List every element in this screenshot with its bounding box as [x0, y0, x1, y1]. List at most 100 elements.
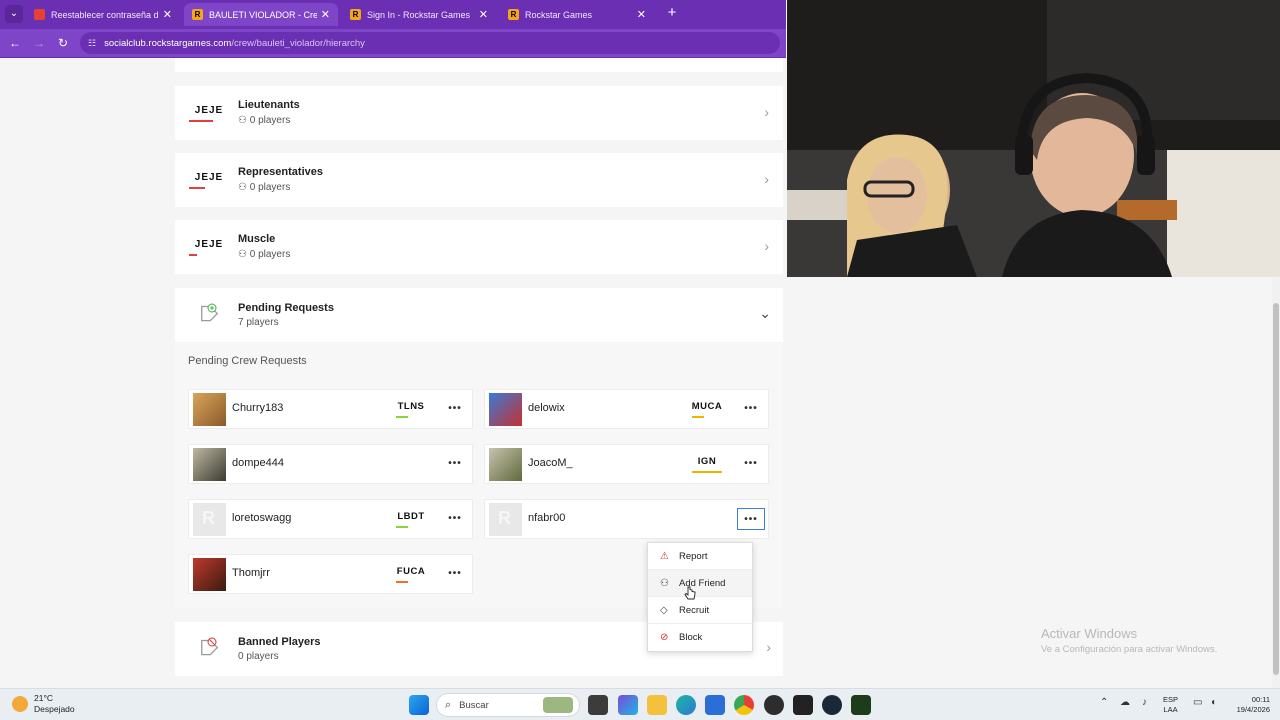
menu-item-add-friend[interactable]: ⚇ Add Friend [648, 570, 752, 597]
tab-crew-hierarchy[interactable]: R BAULETI VIOLADOR - Crew Hie ✕ [184, 3, 338, 26]
player-name[interactable]: JoacoM_ [528, 457, 573, 469]
reload-icon[interactable]: ↻ [54, 34, 72, 52]
file-explorer-icon[interactable] [647, 695, 667, 715]
forward-icon[interactable]: → [30, 34, 48, 52]
rank-card-muscle[interactable]: JEJE Muscle ⚇ 0 players › [175, 220, 783, 274]
rank-name: Lieutenants [238, 99, 300, 111]
banned-tag-icon [193, 636, 219, 662]
taskbar-search[interactable]: ⌕ Buscar [436, 693, 580, 717]
avatar [489, 448, 522, 481]
tab-gmail[interactable]: Reestablecer contraseña de cu ✕ [26, 3, 180, 26]
close-icon[interactable]: ✕ [479, 8, 488, 21]
tab-search-icon[interactable]: ⌄ [5, 5, 23, 23]
section-count: 0 players [238, 651, 279, 662]
more-options-button[interactable]: ••• [737, 453, 765, 475]
new-tab-button[interactable]: + [664, 5, 680, 21]
player-name[interactable]: loretoswagg [232, 512, 291, 524]
crew-tag: LBDT [394, 511, 428, 528]
avatar-placeholder: R [193, 503, 226, 536]
hand-cursor-icon [684, 586, 696, 600]
player-card-loretoswagg[interactable]: R loretoswagg LBDT ••• [188, 499, 473, 539]
menu-item-recruit[interactable]: ◇ Recruit [648, 597, 752, 624]
windows-taskbar: 21°C Despejado ⌕ Buscar ⌃ ☁ ♪ ESP LAA ▭ … [0, 688, 1280, 720]
rank-card-lieutenants[interactable]: JEJE Lieutenants ⚇ 0 players › [175, 86, 783, 140]
weather-widget[interactable]: 21°C Despejado [12, 693, 75, 715]
chevron-right-icon[interactable]: › [764, 238, 769, 254]
rank-card-representatives[interactable]: JEJE Representatives ⚇ 0 players › [175, 153, 783, 207]
volume-icon[interactable]: ◖ [1210, 697, 1216, 708]
microphone-icon[interactable]: ♪ [1142, 697, 1147, 708]
crew-badge: JEJE [189, 238, 229, 258]
player-name[interactable]: delowix [528, 402, 565, 414]
pending-requests-header[interactable]: Pending Requests 7 players ⌄ [175, 288, 783, 342]
system-clock[interactable]: 00:11 19/4/2026 [1226, 695, 1270, 715]
player-context-menu: ⚠ Report ⚇ Add Friend ◇ Recruit ⊘ Block [647, 542, 753, 652]
more-options-button[interactable]: ••• [441, 563, 469, 585]
player-name[interactable]: Thomjrr [232, 567, 270, 579]
chevron-up-icon[interactable]: ⌃ [1100, 697, 1108, 708]
windows-start-icon[interactable] [409, 695, 429, 715]
scrollbar-thumb[interactable] [1273, 303, 1279, 675]
block-icon: ⊘ [660, 632, 669, 643]
address-bar[interactable]: ☷ socialclub.rockstargames.com /crew/bau… [80, 32, 780, 54]
menu-item-block[interactable]: ⊘ Block [648, 624, 752, 651]
player-card-joacom[interactable]: JoacoM_ IGN ••• [484, 444, 769, 484]
avatar [193, 558, 226, 591]
player-card-churry183[interactable]: Churry183 TLNS ••• [188, 389, 473, 429]
player-name[interactable]: Churry183 [232, 402, 283, 414]
store-icon[interactable] [705, 695, 725, 715]
add-friend-icon: ⚇ [660, 577, 669, 589]
steam-icon[interactable] [822, 695, 842, 715]
tab-label: BAULETI VIOLADOR - Crew Hie [209, 9, 317, 20]
avatar [489, 393, 522, 426]
player-card-dompe444[interactable]: dompe444 ••• [188, 444, 473, 484]
activation-watermark: Activar Windows Ve a Configuración para … [1041, 626, 1218, 655]
gta-v-icon[interactable] [851, 695, 871, 715]
epic-games-icon[interactable] [793, 695, 813, 715]
tab-sign-in[interactable]: R Sign In - Rockstar Games ✕ [342, 3, 496, 26]
back-icon[interactable]: ← [6, 34, 24, 52]
player-name[interactable]: nfabr00 [528, 512, 565, 524]
monitor-icon[interactable]: ▭ [1193, 697, 1202, 708]
pending-tag-icon [193, 302, 219, 328]
more-options-button[interactable]: ••• [737, 508, 765, 530]
browser-chrome: ⌄ Reestablecer contraseña de cu ✕ R BAUL… [0, 0, 786, 58]
chevron-right-icon[interactable]: › [766, 639, 771, 655]
rank-count: ⚇ 0 players [238, 115, 291, 126]
more-options-button[interactable]: ••• [441, 398, 469, 420]
player-icon: ⚇ [238, 182, 250, 193]
player-card-thomjrr[interactable]: Thomjrr FUCA ••• [188, 554, 473, 594]
player-card-delowix[interactable]: delowix MUCA ••• [484, 389, 769, 429]
task-view-icon[interactable] [588, 695, 608, 715]
chevron-right-icon[interactable]: › [764, 171, 769, 187]
network-icon[interactable]: ☁ [1120, 697, 1130, 708]
rockstar-icon: R [350, 9, 361, 20]
crew-tag: MUCA [690, 401, 724, 418]
player-icon: ⚇ [238, 115, 250, 126]
language-indicator[interactable]: ESP LAA [1163, 695, 1178, 715]
more-options-button[interactable]: ••• [441, 453, 469, 475]
close-icon[interactable]: ✕ [163, 8, 172, 21]
moon-icon [12, 696, 28, 712]
chevron-down-icon[interactable]: ⌄ [759, 305, 771, 322]
edge-icon[interactable] [676, 695, 696, 715]
app-icon[interactable] [764, 695, 784, 715]
site-info-icon[interactable]: ☷ [88, 38, 96, 49]
avatar-placeholder: R [489, 503, 522, 536]
tab-rockstar[interactable]: R Rockstar Games ✕ [500, 3, 654, 26]
warning-icon: ⚠ [660, 550, 669, 562]
crew-tag: IGN [690, 456, 724, 473]
tab-bar: ⌄ Reestablecer contraseña de cu ✕ R BAUL… [0, 0, 786, 28]
crew-tag: FUCA [394, 566, 428, 583]
more-options-button[interactable]: ••• [737, 398, 765, 420]
chrome-icon[interactable] [734, 695, 754, 715]
copilot-icon[interactable] [618, 695, 638, 715]
more-options-button[interactable]: ••• [441, 508, 469, 530]
webcam-image [787, 0, 1280, 277]
chevron-right-icon[interactable]: › [764, 104, 769, 120]
player-card-nfabr00[interactable]: R nfabr00 ••• [484, 499, 769, 539]
close-icon[interactable]: ✕ [637, 8, 646, 21]
close-icon[interactable]: ✕ [321, 8, 330, 21]
menu-item-report[interactable]: ⚠ Report [648, 543, 752, 570]
player-name[interactable]: dompe444 [232, 457, 284, 469]
